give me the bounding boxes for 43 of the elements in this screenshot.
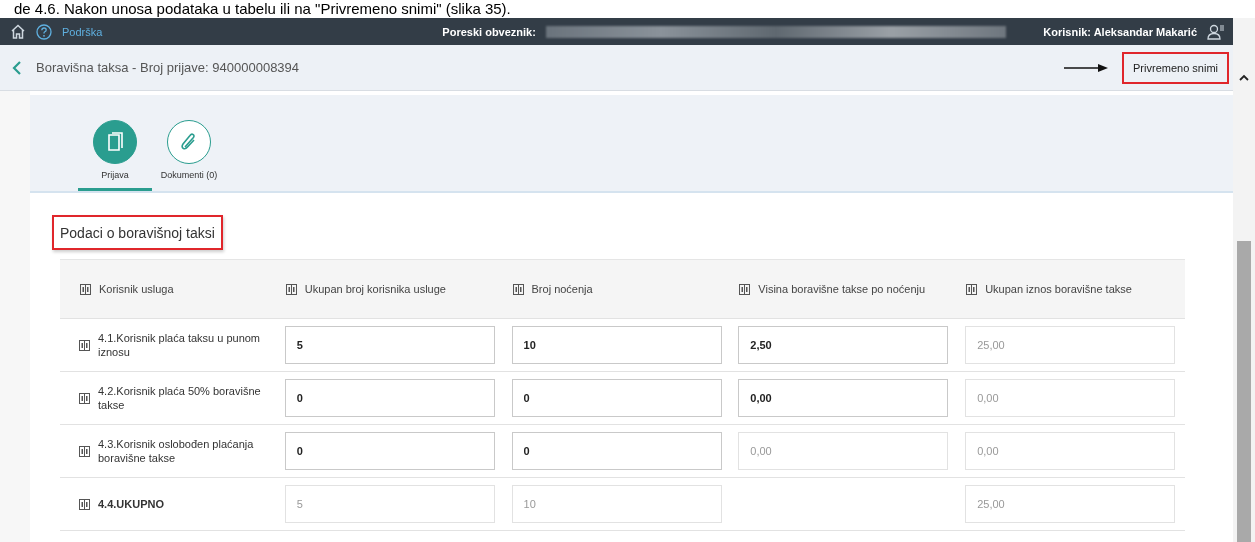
info-icon[interactable] xyxy=(79,445,90,457)
input-field[interactable]: 0 xyxy=(284,379,495,417)
user-label: Korisnik: Aleksandar Makarić xyxy=(1043,25,1197,38)
home-icon[interactable] xyxy=(10,24,26,39)
help-icon[interactable] xyxy=(36,23,52,40)
info-icon[interactable] xyxy=(79,392,90,404)
info-icon[interactable] xyxy=(80,283,91,295)
input-field[interactable]: 0 xyxy=(284,432,495,470)
info-icon[interactable] xyxy=(285,283,297,295)
info-icon[interactable] xyxy=(966,283,978,295)
input-field[interactable]: 0 xyxy=(511,432,722,470)
input-field[interactable]: 0,00 xyxy=(738,379,949,417)
column-header: Korisnik usluga xyxy=(99,283,174,295)
row-label: 4.1.Korisnik plaća taksu u punom iznosu xyxy=(98,331,262,359)
column-header: Ukupan iznos boravišne takse xyxy=(985,283,1132,295)
section-title: Podaci o boravišnoj taksi xyxy=(52,215,223,250)
back-icon[interactable] xyxy=(12,59,22,76)
input-field[interactable]: 2,50 xyxy=(738,326,949,364)
arrow-annotation xyxy=(1064,62,1109,73)
taxpayer-label: Poreski obveznik: xyxy=(442,25,536,38)
column-header: Broj noćenja xyxy=(531,283,593,295)
page-title: Boravišna taksa - Broj prijave: 940000008394 xyxy=(36,60,300,75)
scrollbar-thumb[interactable] xyxy=(1237,241,1251,542)
tab[interactable]: Dokumenti (0) xyxy=(152,120,226,191)
info-icon[interactable] xyxy=(79,498,90,510)
info-icon[interactable] xyxy=(79,339,90,351)
caption-text: de 4.6. Nakon unosa podataka u tabelu ili na "Privremeno snimi" (slika 35). xyxy=(13,0,512,18)
scroll-up-icon[interactable] xyxy=(1239,74,1249,81)
tab[interactable]: Prijava xyxy=(78,120,152,191)
row-label: 4.3.Korisnik oslobođen plaćanja boravišne takse xyxy=(98,437,255,465)
row-label: 4.4.UKUPNO xyxy=(98,497,166,511)
input-field[interactable]: 10 xyxy=(511,326,722,364)
info-icon[interactable] xyxy=(739,283,751,295)
column-header: Visina boravišne takse po noćenju xyxy=(758,283,926,295)
document-icon xyxy=(106,132,124,152)
info-icon[interactable] xyxy=(512,283,524,295)
help-link[interactable]: Podrška xyxy=(62,25,103,38)
user-icon[interactable] xyxy=(1207,23,1225,40)
row-label: 4.2.Korisnik plaća 50% boravišne takse xyxy=(98,384,262,412)
save-draft-button[interactable]: Privremeno snimi xyxy=(1122,51,1229,84)
input-field[interactable]: 0 xyxy=(511,379,722,417)
column-header: Ukupan broj korisnika usluge xyxy=(304,283,446,295)
input-field[interactable]: 5 xyxy=(284,326,495,364)
